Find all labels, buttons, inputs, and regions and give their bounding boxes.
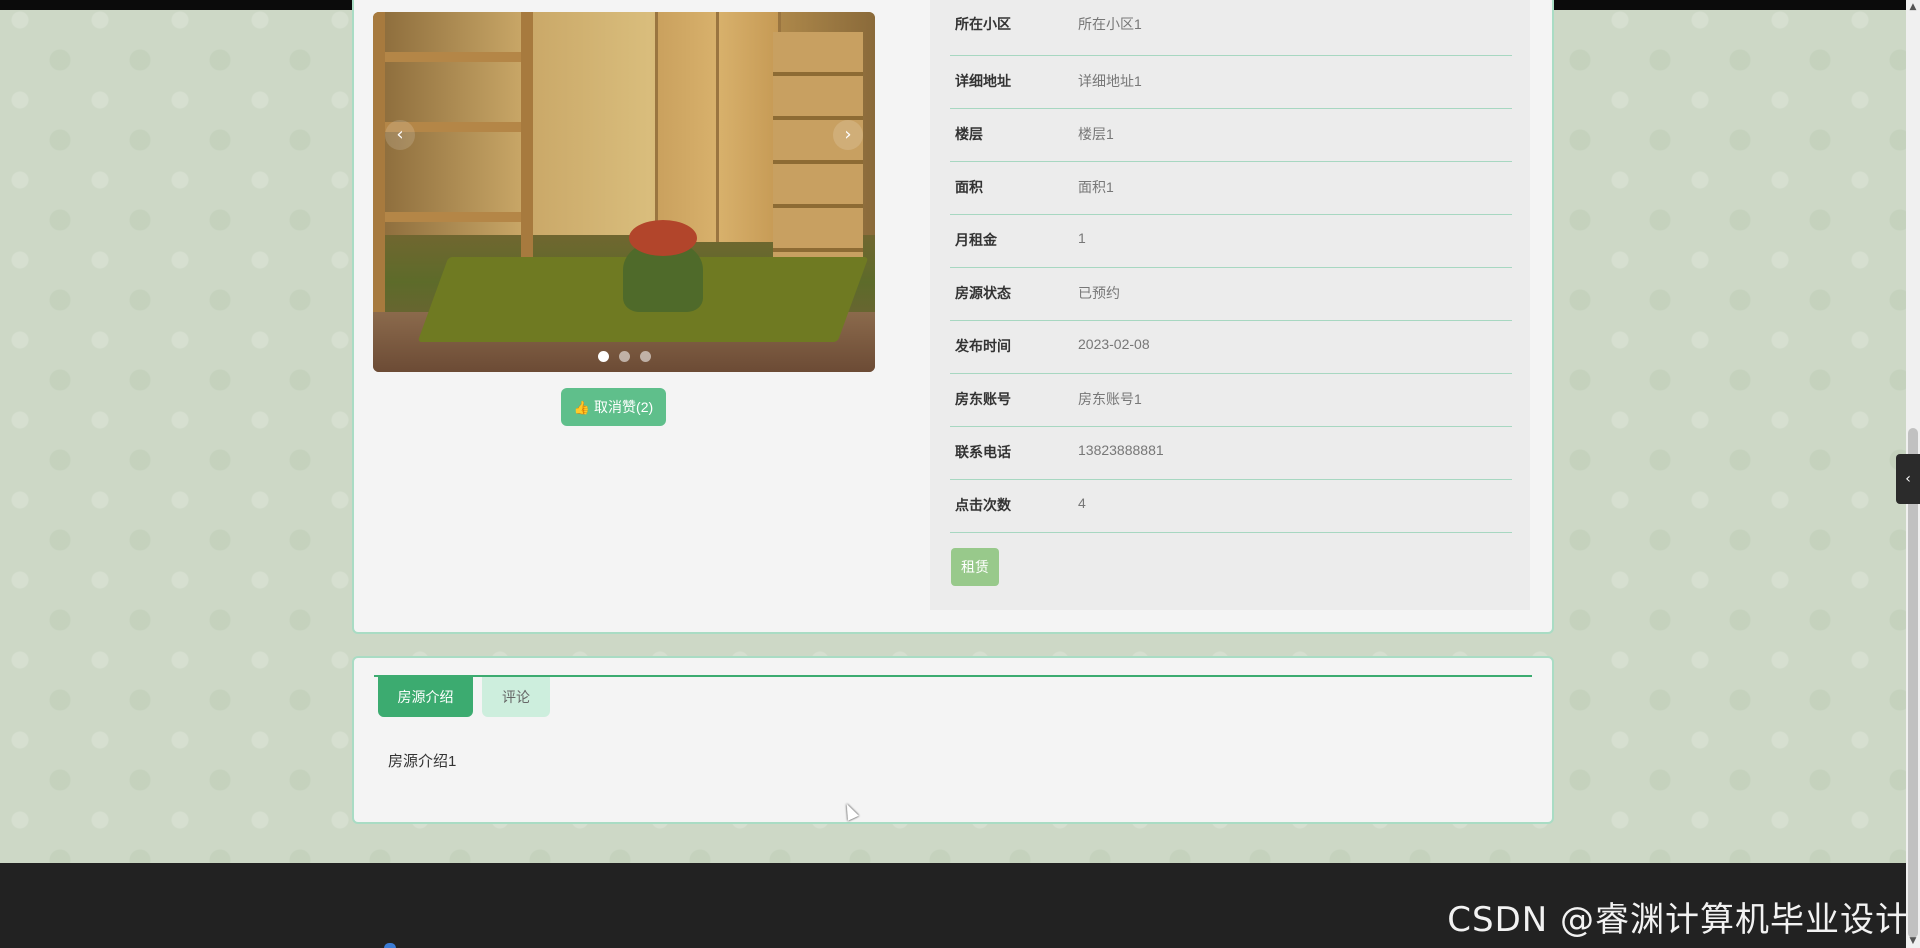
house-intro-text: 房源介绍1 xyxy=(388,753,457,770)
detail-row-status: 房源状态 已预约 xyxy=(950,267,1512,321)
detail-row-community: 所在小区 所在小区1 xyxy=(950,2,1512,56)
carousel-dot-3[interactable] xyxy=(639,351,651,362)
detail-row-phone: 联系电话 13823888881 xyxy=(950,426,1512,480)
detail-value: 1 xyxy=(1078,230,1086,246)
detail-label: 房东账号 xyxy=(955,391,1011,407)
detail-row-landlord: 房东账号 房东账号1 xyxy=(950,373,1512,427)
carousel-prev-icon[interactable]: ‹ xyxy=(385,120,415,150)
scrollbar-thumb[interactable] xyxy=(1908,428,1918,938)
detail-label: 点击次数 xyxy=(955,497,1011,513)
detail-value: 2023-02-08 xyxy=(1078,336,1150,352)
detail-label: 所在小区 xyxy=(955,16,1011,32)
detail-label: 面积 xyxy=(955,179,983,195)
detail-label: 详细地址 xyxy=(955,73,1011,89)
detail-value: 13823888881 xyxy=(1078,442,1164,458)
detail-row-rent: 月租金 1 xyxy=(950,214,1512,268)
carousel-next-icon[interactable]: › xyxy=(833,120,863,150)
detail-row-clicks: 点击次数 4 xyxy=(950,479,1512,533)
detail-label: 发布时间 xyxy=(955,338,1011,354)
detail-value: 4 xyxy=(1078,495,1086,511)
carousel-dot-2[interactable] xyxy=(618,351,630,362)
detail-label: 联系电话 xyxy=(955,444,1011,460)
tab-comments[interactable]: 评论 xyxy=(482,677,550,717)
detail-value: 楼层1 xyxy=(1078,126,1114,142)
scroll-up-icon[interactable]: ▲ xyxy=(1906,0,1920,14)
unlike-button-label: 取消赞(2) xyxy=(594,399,654,415)
unlike-button[interactable]: 👍 取消赞(2) xyxy=(561,388,666,426)
detail-label: 月租金 xyxy=(955,232,997,248)
detail-label: 楼层 xyxy=(955,126,983,142)
carousel-image-wardrobe xyxy=(655,12,781,242)
carousel-image-stool xyxy=(623,220,703,312)
detail-label: 房源状态 xyxy=(955,285,1011,301)
detail-row-floor: 楼层 楼层1 xyxy=(950,108,1512,162)
scroll-down-icon[interactable]: ▼ xyxy=(1906,934,1920,948)
detail-value: 已预约 xyxy=(1078,285,1120,301)
detail-value: 所在小区1 xyxy=(1078,16,1142,32)
detail-row-address: 详细地址 详细地址1 xyxy=(950,55,1512,109)
csdn-watermark: CSDN @睿渊计算机毕业设计 xyxy=(1447,900,1910,940)
rent-button[interactable]: 租赁 xyxy=(951,548,999,586)
tab-house-intro[interactable]: 房源介绍 xyxy=(378,677,473,717)
house-image-carousel[interactable]: ‹ › xyxy=(373,12,875,372)
carousel-indicators xyxy=(373,351,875,362)
detail-row-publish-time: 发布时间 2023-02-08 xyxy=(950,320,1512,374)
detail-row-area: 面积 面积1 xyxy=(950,161,1512,215)
detail-value: 详细地址1 xyxy=(1078,73,1142,89)
detail-value: 面积1 xyxy=(1078,179,1114,195)
detail-value: 房东账号1 xyxy=(1078,391,1142,407)
carousel-dot-1[interactable] xyxy=(597,351,609,362)
side-panel-toggle-icon[interactable]: ‹ xyxy=(1896,454,1920,504)
thumbs-up-icon: 👍 xyxy=(573,400,591,415)
footer-logo-icon xyxy=(384,943,396,948)
